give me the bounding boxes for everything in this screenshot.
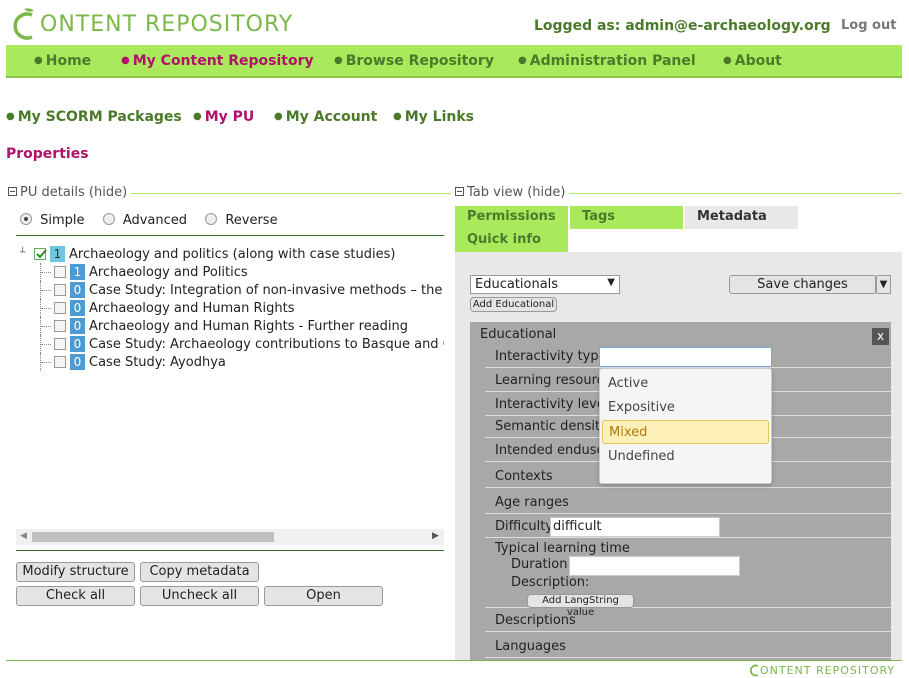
nav-my-content-repository[interactable]: ● My Content Repository xyxy=(121,53,314,69)
tab-permissions[interactable]: Permissions xyxy=(455,206,568,229)
interactivity-type-dropdown: Active Expositive Mixed Undefined xyxy=(599,368,772,484)
tree-toggle-icon[interactable]: ┴ xyxy=(20,248,34,260)
add-langstring-button[interactable]: Add LangString value xyxy=(527,594,634,618)
page-title: Properties xyxy=(6,146,89,162)
field-languages[interactable]: Languages xyxy=(485,636,891,658)
option-mixed[interactable]: Mixed xyxy=(602,420,769,444)
radio-advanced[interactable] xyxy=(102,213,115,225)
footer-logo: ONTENT REPOSITORY xyxy=(748,663,895,677)
tree-checkbox[interactable] xyxy=(54,284,66,296)
duration-input[interactable] xyxy=(569,556,740,576)
subnav-my-pu[interactable]: ● My PU xyxy=(193,109,254,125)
duration-label: Duration: xyxy=(511,557,572,572)
tab-metadata[interactable]: Metadata xyxy=(685,206,798,229)
scroll-left-icon[interactable]: ◀ xyxy=(20,531,27,541)
nav-browse-repository[interactable]: ● Browse Repository xyxy=(334,53,494,69)
main-nav: ● Home ● My Content Repository ● Browse Rep… xyxy=(6,45,902,78)
divider xyxy=(16,550,444,551)
copy-metadata-button[interactable]: Copy metadata xyxy=(140,562,259,582)
tree-root[interactable]: ┴ 1 Archaeology and politics (along with… xyxy=(20,245,395,263)
logo-c-icon xyxy=(8,7,38,41)
tree-row[interactable]: 0 Archaeology and Human Rights xyxy=(22,299,295,317)
pu-details-legend[interactable]: PU details (hide) xyxy=(8,185,132,200)
save-menu-chevron-icon[interactable]: ▼ xyxy=(876,275,891,294)
field-descriptions[interactable]: Descriptions xyxy=(485,610,891,632)
tab-view-legend[interactable]: Tab view (hide) xyxy=(455,185,570,200)
tree-checkbox-checked[interactable] xyxy=(34,248,47,260)
save-changes-button[interactable]: Save changes xyxy=(729,275,876,294)
collapse-icon xyxy=(455,187,464,196)
subnav-my-scorm-packages[interactable]: ● My SCORM Packages xyxy=(6,109,182,125)
field-age-ranges[interactable]: Age ranges xyxy=(485,492,891,514)
logout-link[interactable]: Log out xyxy=(841,18,896,33)
tree-checkbox[interactable] xyxy=(54,320,66,332)
scrollbar-thumb[interactable] xyxy=(32,532,274,542)
radio-simple-label: Simple xyxy=(40,213,85,228)
uncheck-all-button[interactable]: Uncheck all xyxy=(140,586,259,606)
nav-home[interactable]: ● Home xyxy=(34,53,91,69)
collapse-icon xyxy=(8,187,17,196)
logged-as-text: Logged as: admin@e-archaeology.org xyxy=(534,18,831,34)
tree-row[interactable]: 0 Case Study: Ayodhya xyxy=(22,353,226,371)
footer-logo-c-icon xyxy=(750,664,759,677)
open-button[interactable]: Open xyxy=(264,586,383,606)
option-expositive[interactable]: Expositive xyxy=(602,396,769,420)
nav-administration-panel[interactable]: ● Administration Panel xyxy=(518,53,696,69)
tree-row[interactable]: 1 Archaeology and Politics xyxy=(22,263,248,281)
tab-quick-info[interactable]: Quick info xyxy=(455,229,568,252)
tab-view-rule xyxy=(566,193,902,194)
category-select[interactable]: Educationals ▼ xyxy=(470,275,620,294)
pu-details-rule xyxy=(126,193,451,194)
description-label: Description: xyxy=(511,575,590,590)
difficulty-input[interactable]: difficult xyxy=(550,517,720,537)
radio-reverse-label: Reverse xyxy=(225,213,278,228)
divider xyxy=(16,235,444,236)
close-icon[interactable]: x xyxy=(872,328,889,345)
tree-row[interactable]: 0 Case Study: Integration of non-invasive… xyxy=(22,281,444,299)
add-educational-button[interactable]: Add Educational xyxy=(470,297,557,312)
tree-label[interactable]: Archaeology and politics (along with cas… xyxy=(69,247,395,262)
nav-about[interactable]: ● About xyxy=(723,53,782,69)
check-all-button[interactable]: Check all xyxy=(16,586,135,606)
option-undefined[interactable]: Undefined xyxy=(602,445,769,469)
tab-tags[interactable]: Tags xyxy=(570,206,683,229)
subnav-my-links[interactable]: ● My Links xyxy=(393,109,474,125)
logo-text: ONTENT REPOSITORY xyxy=(40,11,294,37)
option-active[interactable]: Active xyxy=(602,372,769,396)
footer-rule xyxy=(6,660,902,661)
tree-row[interactable]: 0 Case Study: Archaeology contributions t… xyxy=(22,335,444,353)
tree-row[interactable]: 0 Archaeology and Human Rights - Further … xyxy=(22,317,408,335)
tree-checkbox[interactable] xyxy=(54,356,66,368)
radio-reverse[interactable] xyxy=(205,213,218,225)
radio-simple[interactable] xyxy=(20,213,32,225)
logo: ONTENT REPOSITORY xyxy=(8,4,293,44)
mode-radios: Simple Advanced Reverse xyxy=(20,213,278,228)
pu-tree: ┴ 1 Archaeology and politics (along with… xyxy=(16,244,444,526)
interactivity-type-input[interactable] xyxy=(599,347,772,367)
section-title: Educational xyxy=(480,327,557,342)
subnav-my-account[interactable]: ● My Account xyxy=(274,109,377,125)
radio-advanced-label: Advanced xyxy=(122,213,188,228)
tree-checkbox[interactable] xyxy=(54,302,66,314)
chevron-down-icon: ▼ xyxy=(607,277,615,288)
modify-structure-button[interactable]: Modify structure xyxy=(16,562,135,582)
tree-num-badge: 1 xyxy=(50,246,65,262)
horizontal-scrollbar[interactable]: ◀ ▶ xyxy=(16,529,444,545)
tree-checkbox[interactable] xyxy=(54,338,66,350)
scroll-right-icon[interactable]: ▶ xyxy=(432,531,439,541)
tree-checkbox[interactable] xyxy=(54,266,66,278)
